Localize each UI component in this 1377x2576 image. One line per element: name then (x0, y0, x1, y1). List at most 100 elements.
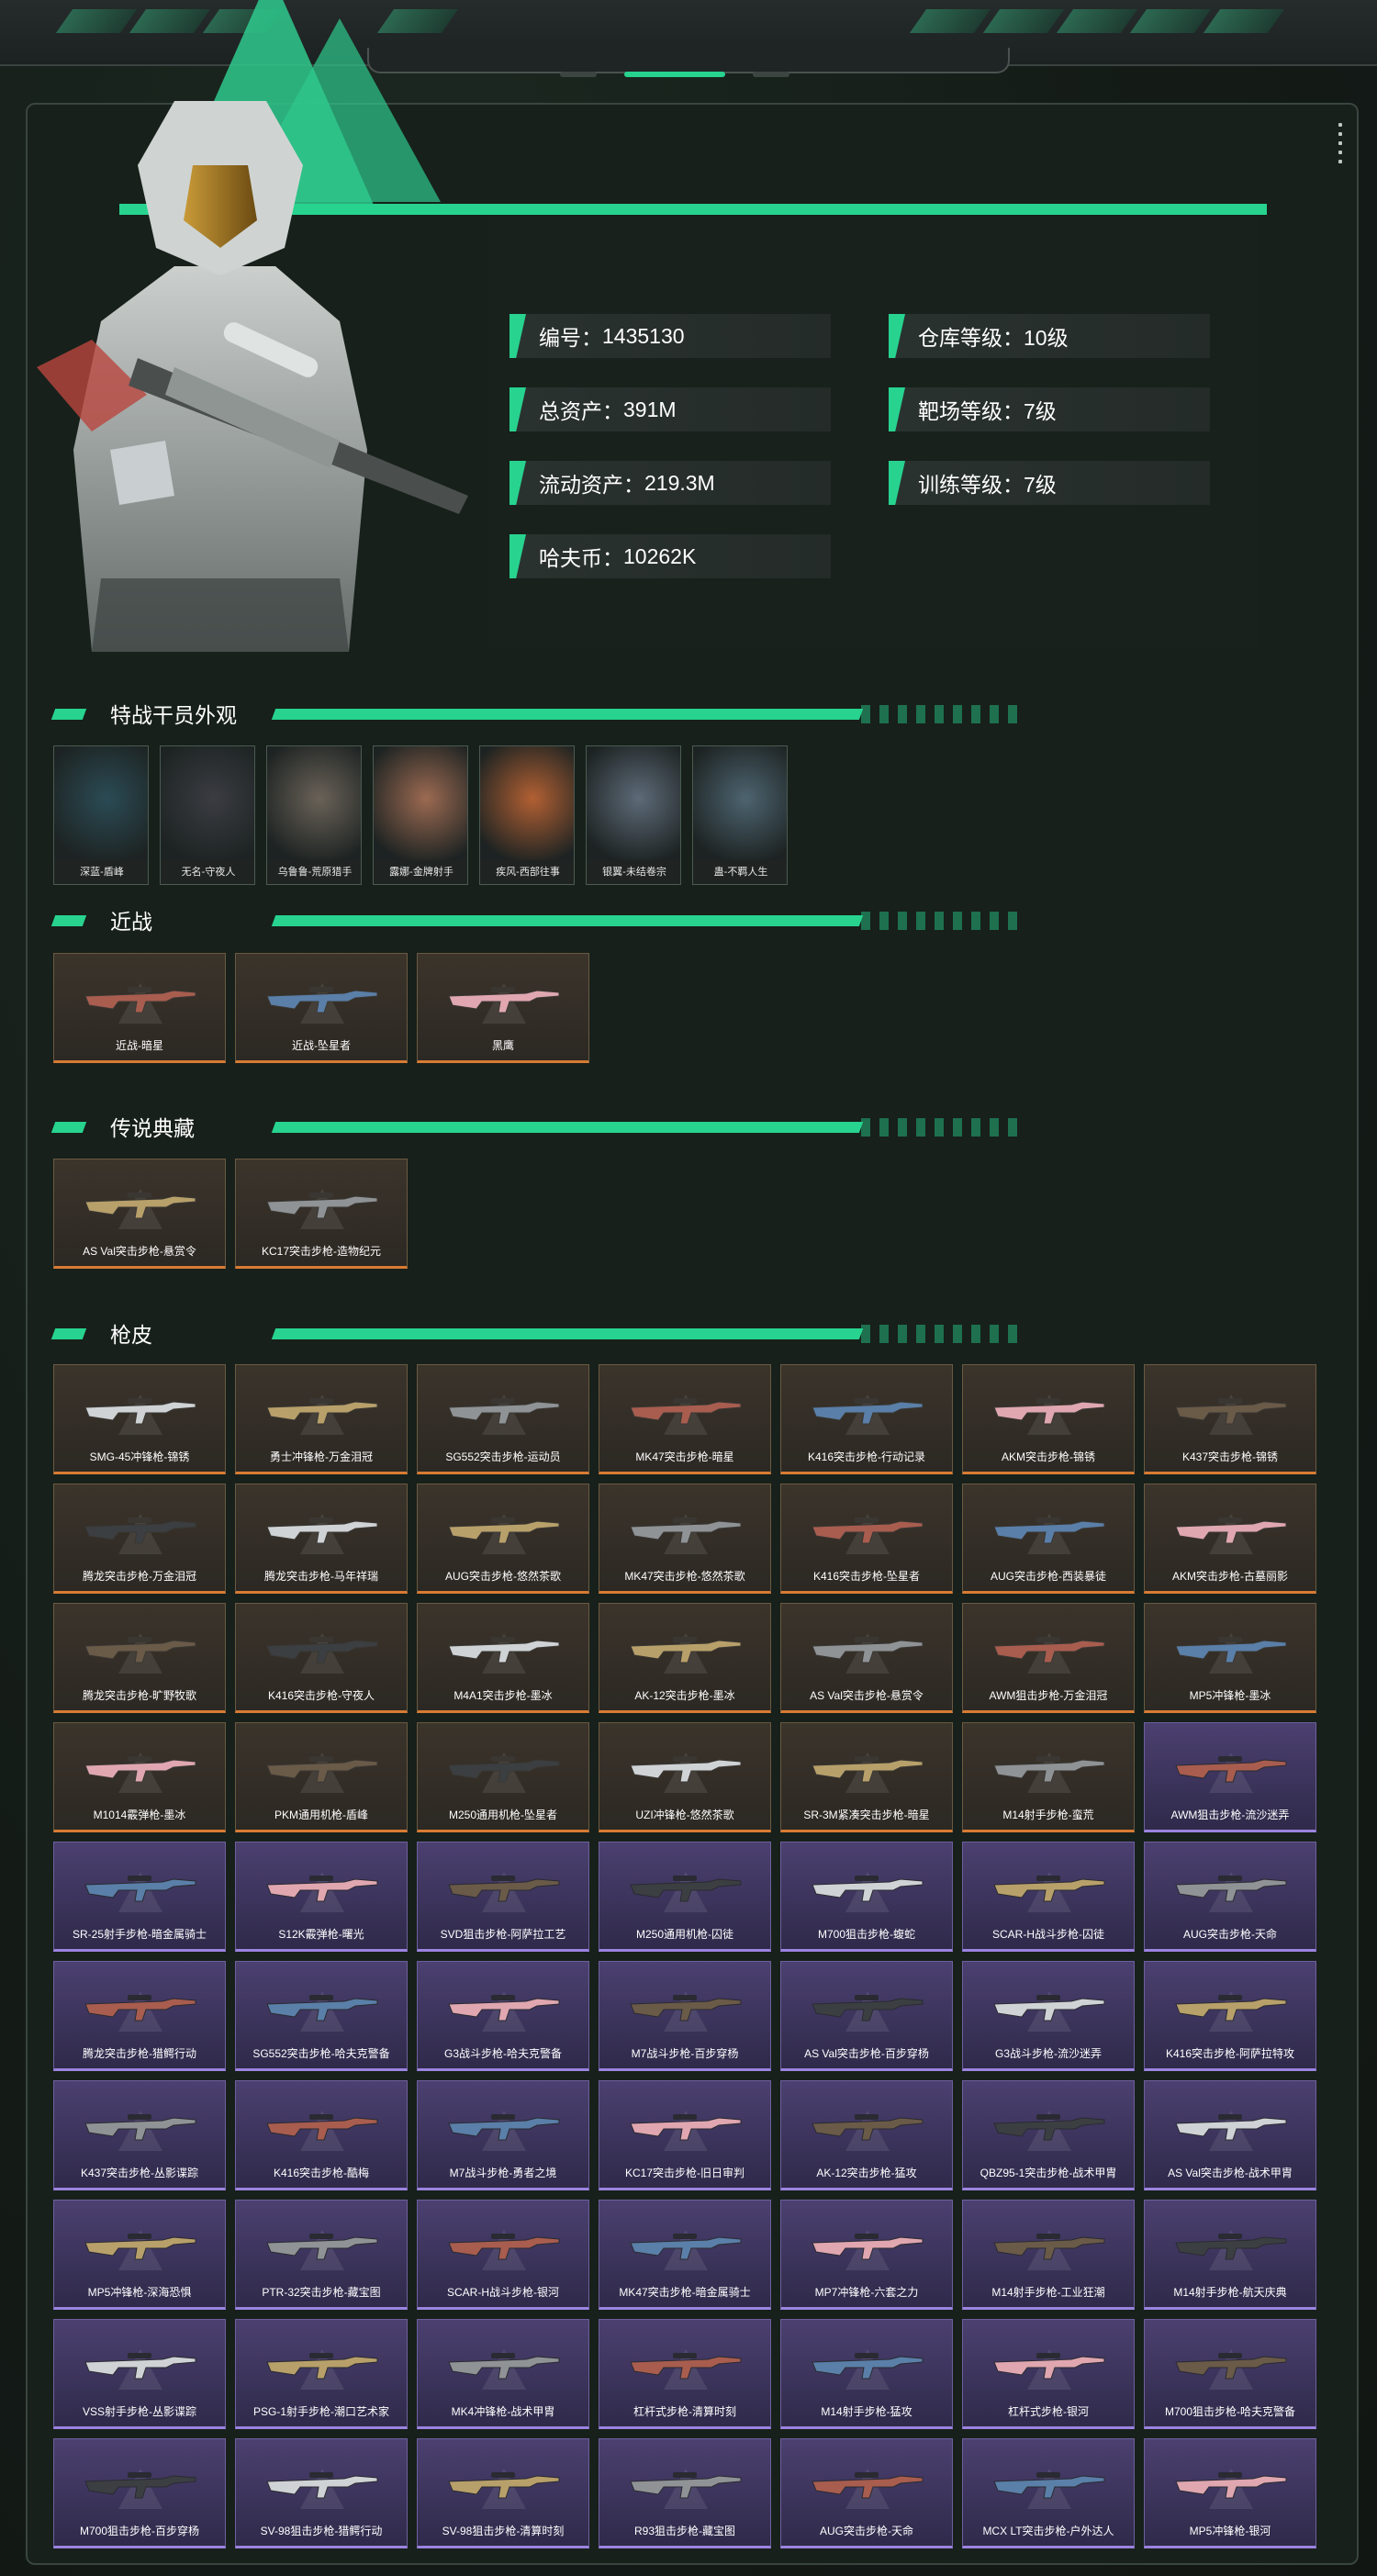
skin-card[interactable]: M1014霰弹枪-墨冰 (53, 1722, 226, 1832)
skin-card[interactable]: M4A1突击步枪-墨冰 (417, 1603, 589, 1713)
skin-card[interactable]: VSS射手步枪-丛影谍踪 (53, 2319, 226, 2429)
skin-card[interactable]: M700狙击步枪-百步穿杨 (53, 2438, 226, 2548)
skin-card[interactable]: QBZ95-1突击步枪-战术甲胄 (962, 2080, 1135, 2190)
legendary-card[interactable]: KC17突击步枪-造物纪元 (235, 1159, 408, 1269)
skin-card[interactable]: AUG突击步枪-天命 (1144, 1842, 1316, 1952)
skin-card[interactable]: MP5冲锋枪-银河 (1144, 2438, 1316, 2548)
skin-card[interactable]: M14射手步枪-工业狂潮 (962, 2200, 1135, 2310)
item-name: KC17突击步枪-造物纪元 (261, 1245, 381, 1258)
skin-card[interactable]: SR-3M紧凑突击步枪-暗星 (780, 1722, 953, 1832)
skin-card[interactable]: MK47突击步枪-暗金属骑士 (599, 2200, 771, 2310)
weapon-icon (630, 1876, 742, 1902)
skin-card[interactable]: G3战斗步枪-流沙迷弄 (962, 1961, 1135, 2071)
skin-card[interactable]: K416突击步枪-坠星者 (780, 1484, 953, 1594)
skin-card[interactable]: SR-25射手步枪-暗金属骑士 (53, 1842, 226, 1952)
item-name: AUG突击步枪-天命 (819, 2525, 913, 2537)
skin-card[interactable]: KC17突击步枪-旧日审判 (599, 2080, 771, 2190)
skin-card[interactable]: AUG突击步枪-天命 (780, 2438, 953, 2548)
skin-card[interactable]: PKM通用机枪-盾峰 (235, 1722, 408, 1832)
skin-card[interactable]: K416突击步枪-守夜人 (235, 1603, 408, 1713)
skin-card[interactable]: 腾龙突击步枪-万金泪冠 (53, 1484, 226, 1594)
skin-card[interactable]: AS Val突击步枪-百步穿杨 (780, 1961, 953, 2071)
skin-card[interactable]: MK47突击步枪-悠然茶歌 (599, 1484, 771, 1594)
item-name: MP5冲锋枪-墨冰 (1189, 1689, 1271, 1702)
operator-card[interactable]: 深蓝-盾峰 (53, 745, 149, 885)
stat-total-assets: 总资产： 391M (509, 387, 831, 431)
skin-card[interactable]: AKM突击步枪-古墓丽影 (1144, 1484, 1316, 1594)
item-name: M700狙击步枪-百步穿杨 (79, 2525, 199, 2537)
legendary-card[interactable]: AS Val突击步枪-悬赏令 (53, 1159, 226, 1269)
weapon-icon (266, 987, 378, 1014)
skin-card[interactable]: 杠杆式步枪-银河 (962, 2319, 1135, 2429)
skin-card[interactable]: AWM狙击步枪-万金泪冠 (962, 1603, 1135, 1713)
skin-card[interactable]: M14射手步枪-猛攻 (780, 2319, 953, 2429)
skin-card[interactable]: K416突击步枪-行动记录 (780, 1364, 953, 1474)
skin-card[interactable]: M14射手步枪-蛮荒 (962, 1722, 1135, 1832)
skin-card[interactable]: 勇士冲锋枪-万金泪冠 (235, 1364, 408, 1474)
weapon-icon (630, 1398, 742, 1425)
skin-card[interactable]: SMG-45冲锋枪-锦锈 (53, 1364, 226, 1474)
section-title: 特战干员外观 (110, 703, 237, 727)
skin-card[interactable]: AWM狙击步枪-流沙迷弄 (1144, 1722, 1316, 1832)
melee-card[interactable]: 近战-坠星者 (235, 953, 408, 1063)
skin-card[interactable]: MK47突击步枪-暗星 (599, 1364, 771, 1474)
skin-card[interactable]: K416突击步枪-酷梅 (235, 2080, 408, 2190)
skin-card[interactable]: M7战斗步枪-勇者之境 (417, 2080, 589, 2190)
skin-card[interactable]: AK-12突击步枪-墨冰 (599, 1603, 771, 1713)
skin-card[interactable]: AS Val突击步枪-悬赏令 (780, 1603, 953, 1713)
skin-card[interactable]: SG552突击步枪-运动员 (417, 1364, 589, 1474)
skin-card[interactable]: MP7冲锋枪-六套之力 (780, 2200, 953, 2310)
operator-card[interactable]: 蛊-不羁人生 (692, 745, 788, 885)
skin-card[interactable]: K437突击步枪-锦锈 (1144, 1364, 1316, 1474)
melee-card[interactable]: 黑鹰 (417, 953, 589, 1063)
skin-card[interactable]: MP5冲锋枪-深海恐惧 (53, 2200, 226, 2310)
skin-card[interactable]: AUG突击步枪-悠然茶歌 (417, 1484, 589, 1594)
skin-card[interactable]: AKM突击步枪-锦锈 (962, 1364, 1135, 1474)
operator-card[interactable]: 无名-守夜人 (160, 745, 255, 885)
skin-card[interactable]: MK4冲锋枪-战术甲胄 (417, 2319, 589, 2429)
skin-card[interactable]: SV-98狙击步枪-猎鳄行动 (235, 2438, 408, 2548)
skin-card[interactable]: SG552突击步枪-哈夫克警备 (235, 1961, 408, 2071)
skin-card[interactable]: SV-98狙击步枪-清算时刻 (417, 2438, 589, 2548)
skin-card[interactable]: MP5冲锋枪-墨冰 (1144, 1603, 1316, 1713)
skin-card[interactable]: AK-12突击步枪-猛攻 (780, 2080, 953, 2190)
weapon-icon (266, 1876, 378, 1902)
operator-card[interactable]: 露娜-金牌射手 (373, 745, 468, 885)
skin-card[interactable]: M250通用机枪-坠星者 (417, 1722, 589, 1832)
skin-card[interactable]: M250通用机枪-囚徒 (599, 1842, 771, 1952)
skin-card[interactable]: K416突击步枪-阿萨拉特攻 (1144, 1961, 1316, 2071)
weapon-icon (448, 2353, 560, 2380)
operator-card[interactable]: 乌鲁鲁-荒原猎手 (266, 745, 362, 885)
skin-card[interactable]: M7战斗步枪-百步穿杨 (599, 1961, 771, 2071)
weapon-icon (630, 2114, 742, 2141)
skin-card[interactable]: SVD狙击步枪-阿萨拉工艺 (417, 1842, 589, 1952)
skin-card[interactable]: 腾龙突击步枪-马年祥瑞 (235, 1484, 408, 1594)
skin-card[interactable]: K437突击步枪-丛影谍踪 (53, 2080, 226, 2190)
item-name: S12K霰弹枪-曙光 (278, 1928, 364, 1941)
skin-card[interactable]: M700狙击步枪-蝮蛇 (780, 1842, 953, 1952)
skin-card[interactable]: AUG突击步枪-西装暴徒 (962, 1484, 1135, 1594)
skin-card[interactable]: R93狙击步枪-藏宝图 (599, 2438, 771, 2548)
skin-card[interactable]: M700狙击步枪-哈夫克警备 (1144, 2319, 1316, 2429)
skin-card[interactable]: S12K霰弹枪-曙光 (235, 1842, 408, 1952)
skin-card[interactable]: 杠杆式步枪-清算时刻 (599, 2319, 771, 2429)
melee-card[interactable]: 近战-暗星 (53, 953, 226, 1063)
skin-card[interactable]: PSG-1射手步枪-潮口艺术家 (235, 2319, 408, 2429)
weapon-icon (84, 2353, 196, 2380)
skin-card[interactable]: MCX LT突击步枪-户外达人 (962, 2438, 1135, 2548)
item-name: M7战斗步枪-勇者之境 (449, 2167, 557, 2179)
skin-card[interactable]: PTR-32突击步枪-藏宝图 (235, 2200, 408, 2310)
operator-card[interactable]: 疾风-西部往事 (479, 745, 575, 885)
banner-pill (753, 72, 789, 77)
skin-card[interactable]: 腾龙突击步枪-旷野牧歌 (53, 1603, 226, 1713)
skin-card[interactable]: G3战斗步枪-哈夫克警备 (417, 1961, 589, 2071)
banner-stripe (1056, 9, 1138, 33)
stat-chevron-icon (509, 461, 526, 505)
skin-card[interactable]: M14射手步枪-航天庆典 (1144, 2200, 1316, 2310)
skin-card[interactable]: SCAR-H战斗步枪-银河 (417, 2200, 589, 2310)
skin-card[interactable]: 腾龙突击步枪-猎鳄行动 (53, 1961, 226, 2071)
skin-card[interactable]: UZI冲锋枪-悠然茶歌 (599, 1722, 771, 1832)
operator-card[interactable]: 银翼-未结卷宗 (586, 745, 681, 885)
skin-card[interactable]: AS Val突击步枪-战术甲胄 (1144, 2080, 1316, 2190)
skin-card[interactable]: SCAR-H战斗步枪-囚徒 (962, 1842, 1135, 1952)
